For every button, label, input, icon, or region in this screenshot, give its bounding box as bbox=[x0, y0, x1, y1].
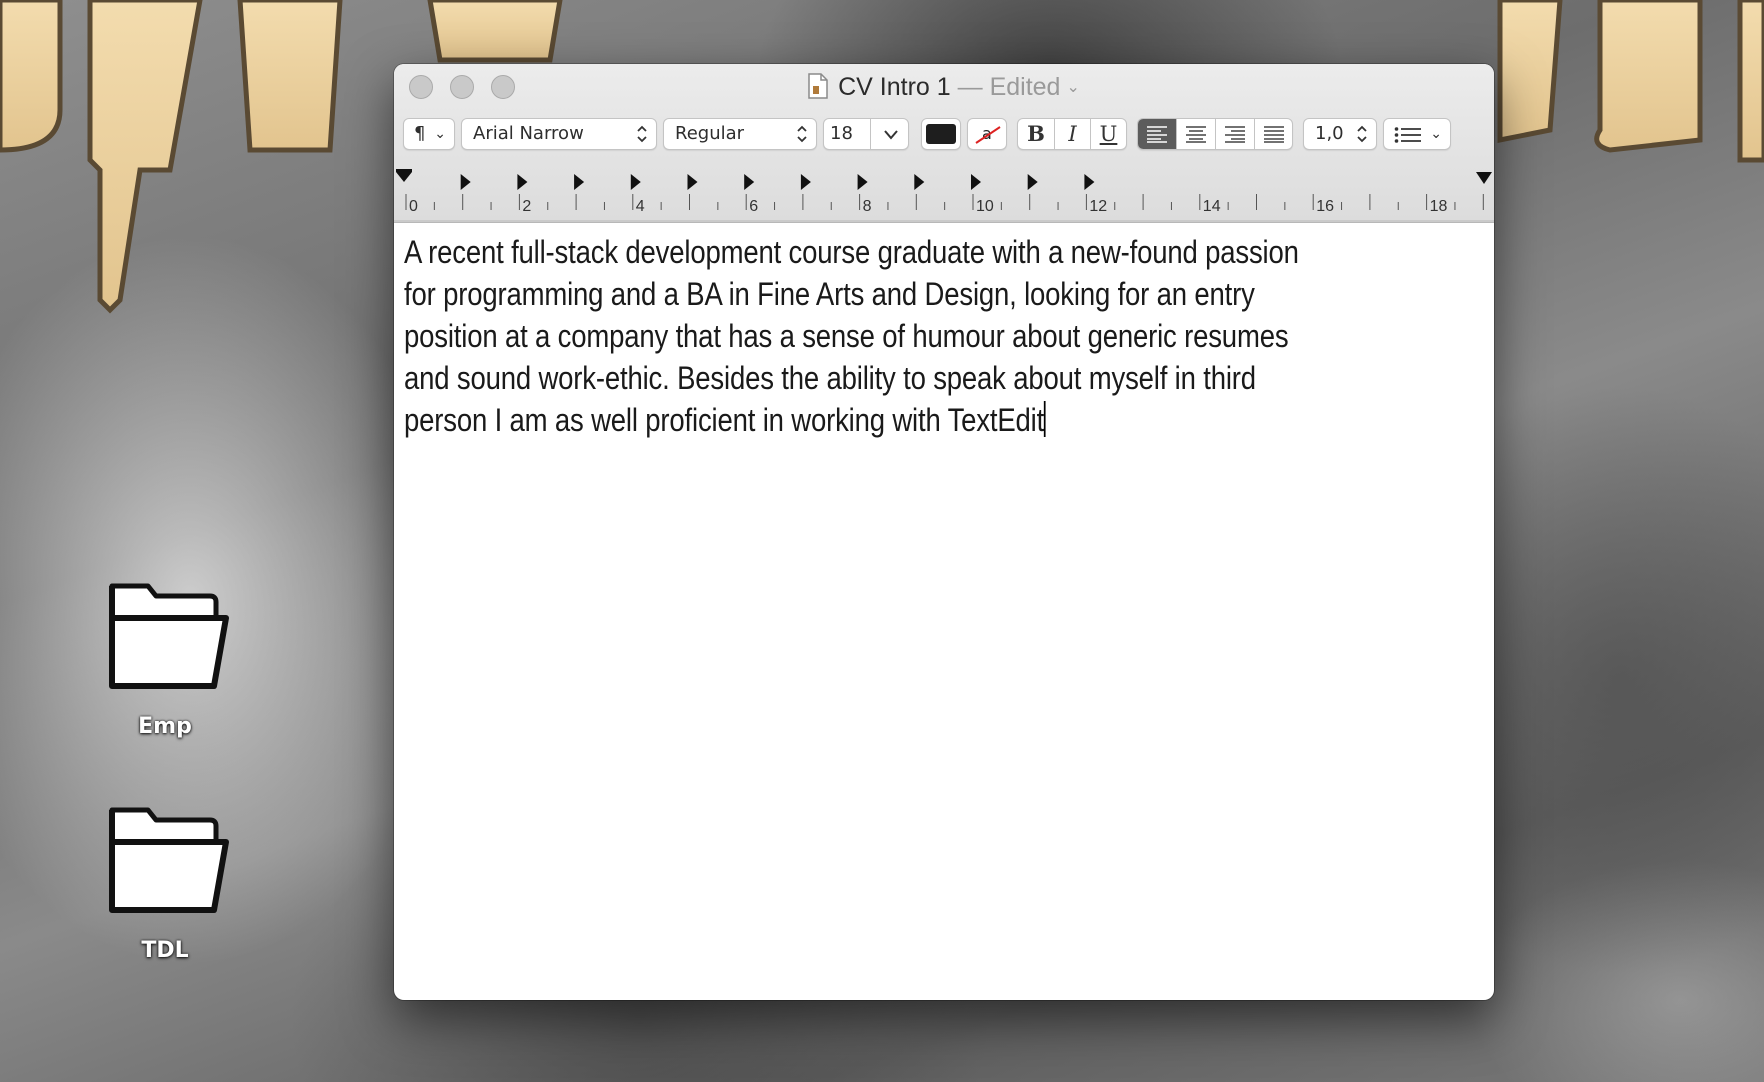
tab-stop-marker[interactable] bbox=[744, 174, 755, 190]
chevron-down-icon[interactable]: ⌄ bbox=[1066, 79, 1079, 96]
align-left-icon bbox=[1147, 126, 1167, 143]
document-name: CV Intro 1 bbox=[838, 73, 951, 101]
align-center-button[interactable] bbox=[1177, 119, 1216, 149]
text-cursor bbox=[1044, 401, 1046, 437]
textedit-window: CV Intro 1 — Edited ⌄ ¶ ⌄ Arial Narrow Re… bbox=[394, 64, 1494, 1000]
font-family-select[interactable]: Arial Narrow bbox=[461, 118, 657, 150]
text-style-segmented: B I U bbox=[1017, 118, 1127, 150]
desktop-folder-emp[interactable]: Emp bbox=[90, 578, 240, 739]
updown-arrows-icon bbox=[1357, 125, 1367, 143]
italic-button[interactable]: I bbox=[1055, 119, 1091, 149]
document-icon bbox=[808, 73, 828, 99]
bold-button[interactable]: B bbox=[1018, 119, 1055, 149]
left-indent-marker[interactable] bbox=[396, 172, 412, 182]
tab-stop-marker[interactable] bbox=[1084, 174, 1095, 190]
tab-stop-marker[interactable] bbox=[1027, 174, 1038, 190]
edited-status: — Edited bbox=[957, 73, 1061, 101]
tab-stops[interactable] bbox=[460, 174, 1095, 190]
tab-stop-marker[interactable] bbox=[460, 174, 471, 190]
ruler-label: 0 bbox=[409, 198, 418, 215]
tab-stop-marker[interactable] bbox=[914, 174, 925, 190]
align-right-button[interactable] bbox=[1216, 119, 1255, 149]
text-color-swatch bbox=[926, 124, 956, 144]
ruler-label: 6 bbox=[749, 198, 758, 215]
title-bar[interactable]: CV Intro 1 — Edited ⌄ ¶ ⌄ Arial Narrow Re… bbox=[394, 64, 1494, 223]
tab-stop-marker[interactable] bbox=[687, 174, 698, 190]
folder-icon bbox=[109, 583, 229, 689]
updown-arrows-icon bbox=[637, 125, 647, 143]
ruler-label: 2 bbox=[522, 198, 531, 215]
desktop-folder-tdl[interactable]: TDL bbox=[90, 802, 240, 963]
right-margin-marker[interactable] bbox=[1476, 172, 1492, 184]
tab-stop-marker[interactable] bbox=[800, 174, 811, 190]
document-text-area[interactable]: A recent full-stack development course g… bbox=[394, 223, 1494, 1000]
tab-stop-marker[interactable] bbox=[574, 174, 585, 190]
first-line-indent-marker[interactable] bbox=[396, 169, 412, 172]
font-style-select[interactable]: Regular bbox=[663, 118, 817, 150]
font-size-combo[interactable]: 18 bbox=[823, 118, 909, 150]
chevron-down-icon: ⌄ bbox=[1430, 126, 1442, 142]
ruler-label: 12 bbox=[1089, 198, 1107, 215]
updown-arrows-icon bbox=[797, 125, 807, 143]
ruler-labels: 0 2 4 6 8 10 12 14 16 18 bbox=[409, 198, 1447, 215]
tab-stop-marker[interactable] bbox=[971, 174, 981, 190]
tab-stop-marker[interactable] bbox=[630, 174, 641, 190]
align-left-button[interactable] bbox=[1138, 119, 1177, 149]
no-color-icon: a bbox=[975, 124, 1001, 144]
background-color-well[interactable]: a bbox=[967, 118, 1007, 150]
paragraph-styles-button[interactable]: ¶ ⌄ bbox=[403, 118, 455, 150]
chevron-down-icon[interactable] bbox=[884, 130, 898, 140]
alignment-segmented bbox=[1137, 118, 1293, 150]
align-justify-button[interactable] bbox=[1255, 119, 1292, 149]
ruler-label: 8 bbox=[863, 198, 872, 215]
underline-button[interactable]: U bbox=[1091, 119, 1126, 149]
text-color-well[interactable] bbox=[921, 118, 961, 150]
ruler-label: 14 bbox=[1203, 198, 1221, 215]
folder-icon bbox=[109, 807, 229, 913]
document-text: A recent full-stack development course g… bbox=[404, 234, 1299, 438]
ruler[interactable]: 0 2 4 6 8 10 12 14 16 18 bbox=[394, 164, 1494, 222]
chevron-down-icon: ⌄ bbox=[434, 126, 446, 142]
line-spacing-select[interactable]: 1,0 bbox=[1303, 118, 1377, 150]
window-title[interactable]: CV Intro 1 — Edited ⌄ bbox=[394, 72, 1494, 103]
align-justify-icon bbox=[1263, 126, 1284, 143]
ruler-label: 10 bbox=[976, 198, 994, 215]
desktop-icon-label: TDL bbox=[141, 938, 189, 963]
align-right-icon bbox=[1225, 126, 1245, 143]
font-size-input[interactable]: 18 bbox=[830, 119, 853, 149]
align-center-icon bbox=[1186, 126, 1206, 143]
list-icon bbox=[1394, 127, 1421, 143]
ruler-label: 18 bbox=[1430, 198, 1448, 215]
ruler-label: 4 bbox=[636, 198, 645, 215]
list-bullets-select[interactable]: ⌄ bbox=[1383, 118, 1451, 150]
tab-stop-marker[interactable] bbox=[517, 174, 528, 190]
desktop-icon-label: Emp bbox=[138, 714, 192, 739]
tab-stop-marker[interactable] bbox=[857, 174, 868, 190]
ruler-label: 16 bbox=[1316, 198, 1334, 215]
